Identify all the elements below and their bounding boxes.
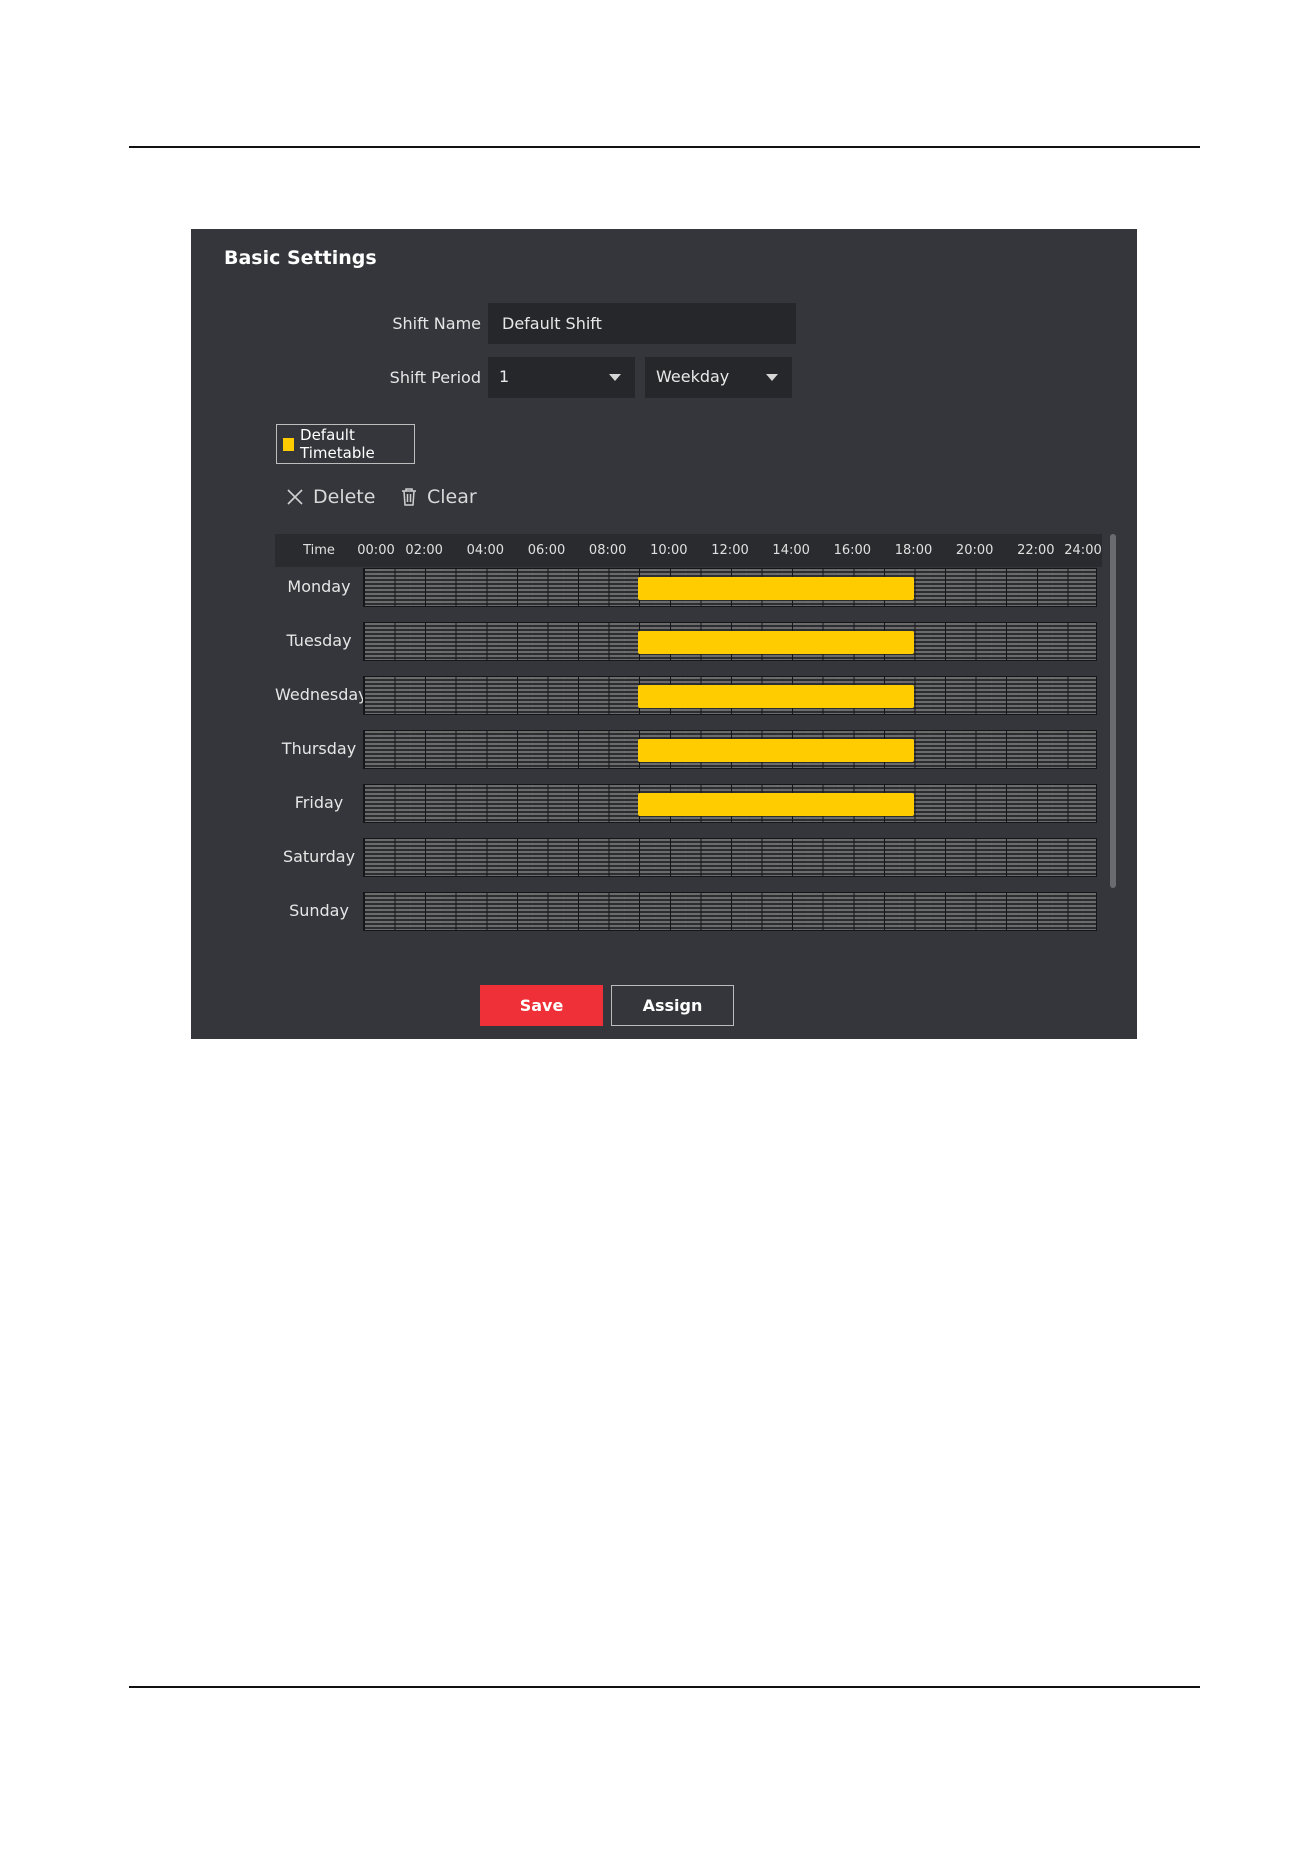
day-label: Tuesday bbox=[286, 631, 352, 650]
time-tick-label: 14:00 bbox=[772, 543, 810, 558]
page-top-rule bbox=[129, 146, 1200, 148]
time-tick-label: 08:00 bbox=[588, 543, 627, 558]
time-tick-label: 06:00 bbox=[527, 543, 566, 558]
day-timeline-track[interactable] bbox=[363, 676, 1097, 715]
default-timetable-button[interactable]: Default Timetable bbox=[276, 424, 415, 464]
save-button[interactable]: Save bbox=[480, 985, 603, 1026]
day-label: Wednesday bbox=[275, 685, 368, 704]
time-tick-label: 24:00 bbox=[1064, 543, 1102, 558]
shift-time-segment[interactable] bbox=[638, 685, 914, 708]
day-timeline-track[interactable] bbox=[363, 568, 1097, 607]
assign-button[interactable]: Assign bbox=[611, 985, 734, 1026]
basic-settings-panel: Basic Settings Shift Name Shift Period 1… bbox=[191, 229, 1137, 1039]
schedule-row-thursday: Thursday bbox=[275, 730, 1102, 769]
period-count-value: 1 bbox=[499, 367, 510, 386]
period-unit-select[interactable]: Weekday bbox=[645, 357, 792, 398]
time-tick-label: 00:00 bbox=[357, 543, 395, 558]
shift-time-segment[interactable] bbox=[638, 793, 914, 816]
weekly-schedule-grid: Time 00:00 02:00 04:00 06:00 08:00 10:00 12:00… bbox=[275, 534, 1102, 931]
day-label: Friday bbox=[294, 793, 344, 812]
schedule-header: Time 00:00 02:00 04:00 06:00 08:00 10:00 12:00… bbox=[275, 534, 1102, 567]
schedule-scrollbar[interactable] bbox=[1110, 534, 1116, 888]
schedule-row-wednesday: Wednesday bbox=[275, 676, 1102, 715]
page-bottom-rule bbox=[129, 1686, 1200, 1688]
period-unit-value: Weekday bbox=[656, 367, 730, 386]
chevron-down-icon bbox=[766, 374, 778, 381]
half-hour-gridlines bbox=[364, 839, 1096, 876]
delete-label: Delete bbox=[313, 486, 376, 508]
shift-time-segment[interactable] bbox=[638, 631, 914, 654]
schedule-row-monday: Monday bbox=[275, 568, 1102, 607]
chevron-down-icon bbox=[609, 374, 621, 381]
panel-title: Basic Settings bbox=[224, 247, 377, 269]
schedule-row-saturday: Saturday bbox=[275, 838, 1102, 877]
time-tick-label: 12:00 bbox=[711, 543, 749, 558]
timetable-color-swatch bbox=[283, 437, 295, 451]
time-tick-label: 10:00 bbox=[650, 543, 688, 558]
time-tick-label: 16:00 bbox=[833, 543, 872, 558]
schedule-row-tuesday: Tuesday bbox=[275, 622, 1102, 661]
delete-button[interactable]: Delete bbox=[286, 486, 375, 508]
time-tick-label: 22:00 bbox=[1017, 543, 1055, 558]
time-tick-label: 02:00 bbox=[405, 543, 443, 558]
trash-icon bbox=[402, 488, 416, 506]
day-timeline-track[interactable] bbox=[363, 838, 1097, 877]
day-label: Thursday bbox=[281, 739, 357, 758]
shift-period-label: Shift Period bbox=[389, 368, 481, 387]
time-column-header: Time bbox=[303, 543, 335, 558]
timetable-label: Default Timetable bbox=[300, 426, 375, 462]
day-timeline-track[interactable] bbox=[363, 730, 1097, 769]
shift-name-label: Shift Name bbox=[392, 314, 481, 333]
time-tick-label: 18:00 bbox=[894, 543, 933, 558]
clear-button[interactable]: Clear bbox=[400, 486, 477, 508]
shift-name-input[interactable] bbox=[488, 303, 796, 344]
clear-label: Clear bbox=[427, 486, 477, 508]
time-tick-label: 20:00 bbox=[955, 543, 994, 558]
half-hour-gridlines bbox=[364, 893, 1096, 930]
time-tick-label: 04:00 bbox=[466, 543, 505, 558]
day-timeline-track[interactable] bbox=[363, 784, 1097, 823]
day-label: Sunday bbox=[289, 901, 349, 920]
day-timeline-track[interactable] bbox=[363, 892, 1097, 931]
shift-time-segment[interactable] bbox=[638, 577, 914, 600]
day-label: Saturday bbox=[282, 847, 356, 866]
schedule-row-sunday: Sunday bbox=[275, 892, 1102, 931]
shift-time-segment[interactable] bbox=[638, 739, 914, 762]
period-count-select[interactable]: 1 bbox=[488, 357, 635, 398]
day-label: Monday bbox=[287, 577, 351, 596]
schedule-row-friday: Friday bbox=[275, 784, 1102, 823]
day-timeline-track[interactable] bbox=[363, 622, 1097, 661]
close-icon bbox=[287, 489, 303, 505]
